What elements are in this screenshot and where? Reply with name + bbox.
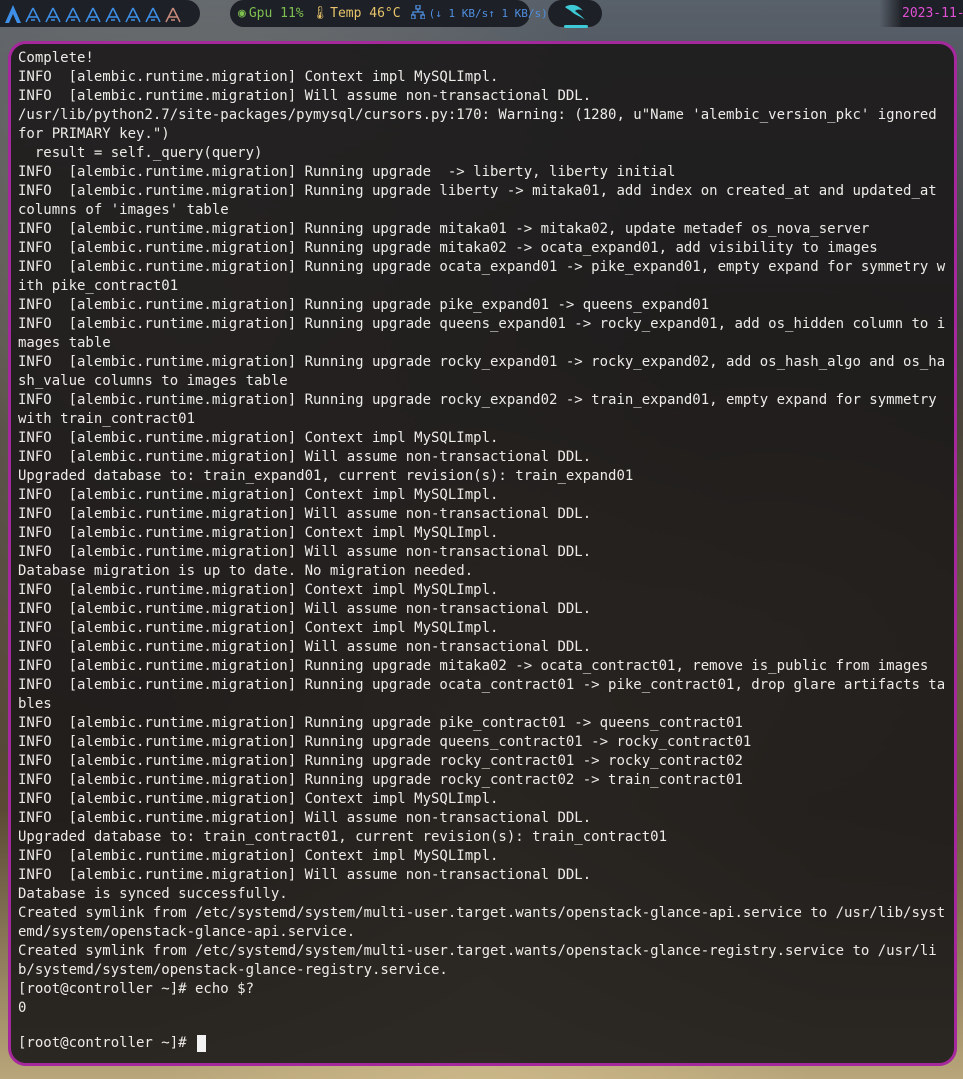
active-app-button[interactable]: [548, 0, 602, 27]
workspace-4-icon[interactable]: [64, 5, 81, 23]
date-display: 2023-11-11: [880, 0, 963, 27]
network-icon: [409, 3, 426, 23]
workspace-switcher: [0, 0, 200, 27]
workspace-2-icon[interactable]: [24, 5, 41, 23]
thermometer-icon: 🌡: [311, 6, 329, 21]
workspace-3-icon[interactable]: [44, 5, 61, 23]
terminal-cursor: [197, 1035, 207, 1052]
gpu-usage: Gpu 11%: [248, 6, 304, 21]
system-stats: ◉ Gpu 11% 🌡 Temp 46°C (↓ 1 KB/s↑ 1 KB/s): [230, 0, 548, 27]
workspace-9-icon[interactable]: [164, 5, 181, 23]
terminal-prompt-line[interactable]: [root@controller ~]#: [18, 1034, 207, 1053]
cpu-temperature: Temp 46°C: [330, 6, 401, 21]
workspace-1-icon[interactable]: [4, 4, 21, 23]
network-speed: (↓ 1 KB/s↑ 1 KB/s): [428, 7, 548, 20]
workspace-7-icon[interactable]: [124, 5, 141, 23]
terminal-window[interactable]: Complete! INFO [alembic.runtime.migratio…: [8, 41, 957, 1066]
workspace-6-icon[interactable]: [104, 5, 121, 23]
workspace-5-icon[interactable]: [84, 5, 101, 23]
kali-dragon-icon: [563, 3, 587, 25]
nvidia-gpu-icon: ◉: [238, 6, 246, 21]
shell-prompt: [root@controller ~]#: [18, 1035, 196, 1051]
workspace-8-icon[interactable]: [144, 5, 161, 23]
active-app-indicator: [564, 25, 588, 28]
terminal-output: Complete! INFO [alembic.runtime.migratio…: [18, 50, 946, 1016]
top-status-bar: ◉ Gpu 11% 🌡 Temp 46°C (↓ 1 KB/s↑ 1 KB/s)…: [0, 0, 963, 28]
